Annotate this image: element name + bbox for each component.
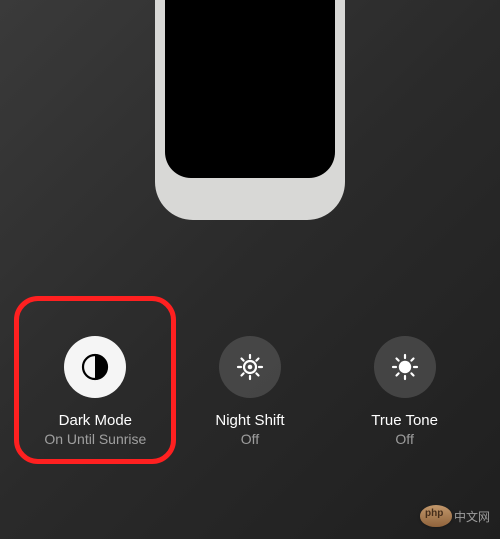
true-tone-status: Off bbox=[395, 431, 413, 447]
night-shift-status: Off bbox=[241, 431, 259, 447]
phone-screen bbox=[165, 0, 335, 178]
true-tone-control[interactable]: True Tone Off bbox=[340, 336, 470, 447]
night-shift-title: Night Shift bbox=[215, 412, 284, 429]
php-logo-icon bbox=[420, 505, 452, 527]
dark-mode-icon bbox=[64, 336, 126, 398]
true-tone-title: True Tone bbox=[371, 412, 438, 429]
dark-mode-status: On Until Sunrise bbox=[44, 431, 146, 447]
dark-mode-control[interactable]: Dark Mode On Until Sunrise bbox=[30, 336, 160, 447]
night-shift-icon bbox=[219, 336, 281, 398]
night-shift-control[interactable]: Night Shift Off bbox=[185, 336, 315, 447]
phone-mockup bbox=[155, 0, 345, 220]
true-tone-icon bbox=[374, 336, 436, 398]
watermark-text: 中文网 bbox=[454, 508, 490, 525]
dark-mode-title: Dark Mode bbox=[59, 412, 132, 429]
watermark: 中文网 bbox=[420, 505, 490, 527]
display-controls-row: Dark Mode On Until Sunrise Night Shif bbox=[0, 336, 500, 447]
